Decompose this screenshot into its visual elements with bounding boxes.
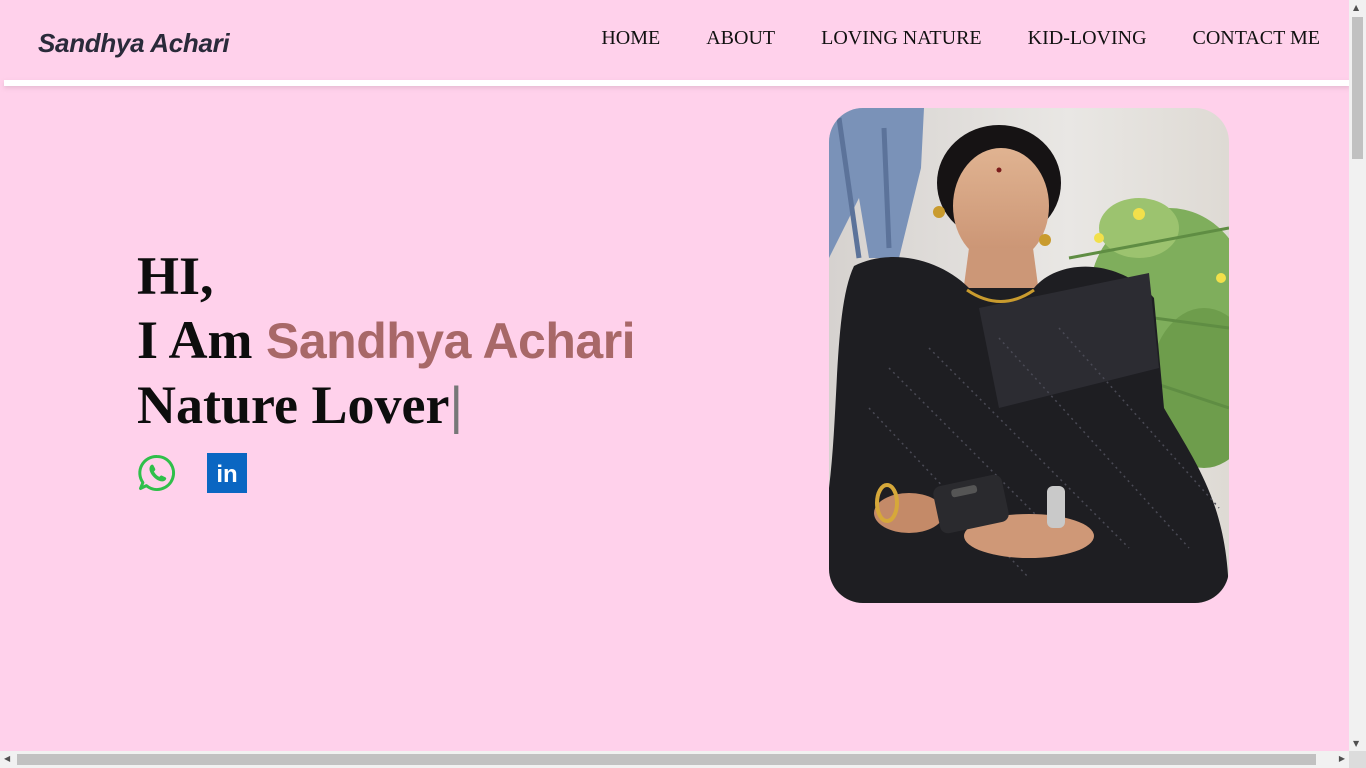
hero-greeting: HI, [137,246,214,306]
hero-intro-prefix: I Am [137,310,267,370]
horizontal-scrollbar[interactable]: ◀ ▶ [0,751,1349,768]
linkedin-glyph: in [216,461,237,488]
nav-menu: HOME ABOUT LOVING NATURE KID-LOVING CONT… [601,27,1320,50]
scroll-down-arrow-icon[interactable]: ▼ [1353,740,1359,748]
hero-intro-line: I Am Sandhya Achari [137,308,636,373]
hero-name: Sandhya Achari [266,313,636,369]
social-links: in [137,453,247,493]
nav-about-link[interactable]: ABOUT [706,27,775,50]
whatsapp-icon[interactable] [137,453,177,493]
scrollbar-corner [1349,751,1366,768]
nav-divider [4,80,1350,86]
scroll-left-arrow-icon[interactable]: ◀ [4,755,10,763]
scroll-up-arrow-icon[interactable]: ▲ [1353,4,1359,12]
horizontal-scroll-thumb[interactable] [17,754,1316,765]
linkedin-icon[interactable]: in [207,453,247,493]
brand-logo[interactable]: Sandhya Achari [38,28,230,59]
scroll-right-arrow-icon[interactable]: ▶ [1339,755,1345,763]
profile-photo [829,108,1229,603]
vertical-scroll-thumb[interactable] [1352,17,1363,159]
nav-loving-nature-link[interactable]: LOVING NATURE [821,27,982,50]
typing-cursor: | [449,377,463,435]
hero-typed-text: Nature Lover [137,375,450,435]
hero-intro: HI, I Am Sandhya Achari Nature Lover| [137,244,636,438]
vertical-scrollbar[interactable]: ▲ ▼ [1349,0,1366,752]
navbar: Sandhya Achari HOME ABOUT LOVING NATURE … [0,0,1350,82]
nav-contact-me-link[interactable]: CONTACT ME [1193,27,1320,50]
hero-typed-line: Nature Lover| [137,373,635,438]
nav-home-link[interactable]: HOME [601,27,660,50]
nav-kid-loving-link[interactable]: KID-LOVING [1028,27,1147,50]
